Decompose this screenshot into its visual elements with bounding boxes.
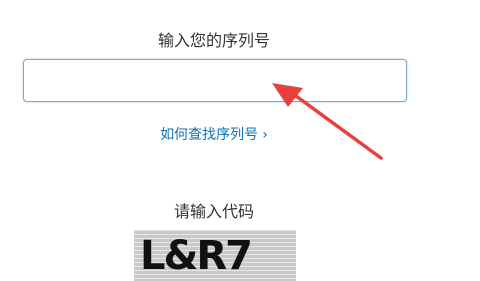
- captcha-image[interactable]: L&R7: [134, 230, 296, 281]
- find-serial-link-label: 如何查找序列号: [160, 127, 259, 143]
- serial-number-label: 输入您的序列号: [157, 31, 270, 50]
- code-label: 请输入代码: [173, 202, 254, 221]
- captcha-text: L&R7: [140, 233, 253, 279]
- find-serial-link[interactable]: 如何查找序列号 ›: [0, 124, 428, 144]
- serial-number-input[interactable]: [23, 59, 407, 102]
- chevron-right-icon: ›: [262, 127, 268, 143]
